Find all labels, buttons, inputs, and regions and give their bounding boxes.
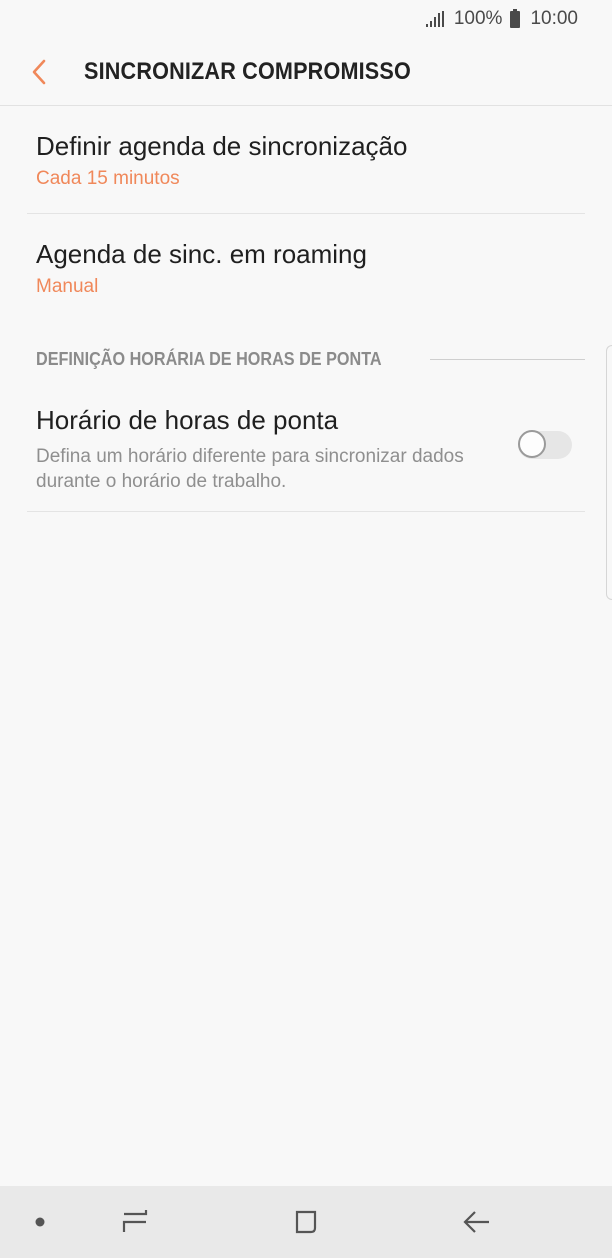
home-icon [295, 1210, 317, 1234]
battery-percent: 100% [453, 8, 503, 29]
sync-schedule-title: Definir agenda de sincronização [36, 131, 408, 161]
chevron-left-icon [32, 59, 46, 84]
edge-panel-handle[interactable] [606, 345, 612, 600]
roaming-schedule-value: Manual [36, 276, 99, 297]
signal-icon [425, 11, 444, 27]
peak-hours-item[interactable]: Horário de horas de ponta Defina um horá… [27, 390, 585, 512]
dot-icon [35, 1217, 45, 1227]
settings-list: Definir agenda de sincronização Cada 15 … [0, 106, 612, 320]
recent-apps-icon [122, 1210, 148, 1232]
sync-schedule-value: Cada 15 minutos [36, 168, 180, 189]
home-button[interactable] [266, 1186, 346, 1258]
peak-hours-title: Horário de horas de ponta [36, 405, 339, 435]
section-divider [430, 358, 585, 360]
sync-schedule-item[interactable]: Definir agenda de sincronização Cada 15 … [27, 106, 585, 214]
nav-dot-button[interactable] [0, 1186, 80, 1258]
clock: 10:00 [530, 8, 578, 29]
section-label: DEFINIÇÃO HORÁRIA DE HORAS DE PONTA [36, 348, 382, 369]
peak-hours-description: Defina um horário diferente para sincron… [36, 446, 464, 492]
back-nav-button[interactable] [437, 1186, 517, 1258]
battery-icon [510, 8, 521, 28]
page-title: SINCRONIZAR COMPROMISSO [84, 57, 411, 85]
section-header: DEFINIÇÃO HORÁRIA DE HORAS DE PONTA [36, 345, 585, 373]
roaming-schedule-item[interactable]: Agenda de sinc. em roaming Manual [27, 214, 585, 320]
toggle-knob [518, 430, 546, 458]
back-arrow-icon [463, 1211, 489, 1233]
navigation-bar [0, 1186, 612, 1258]
recent-apps-button[interactable] [95, 1186, 175, 1258]
peak-hours-toggle[interactable] [518, 430, 572, 459]
app-bar: SINCRONIZAR COMPROMISSO [0, 38, 612, 106]
roaming-schedule-title: Agenda de sinc. em roaming [36, 239, 367, 269]
status-bar: 100% 10:00 [0, 0, 612, 38]
back-button[interactable] [0, 38, 84, 106]
